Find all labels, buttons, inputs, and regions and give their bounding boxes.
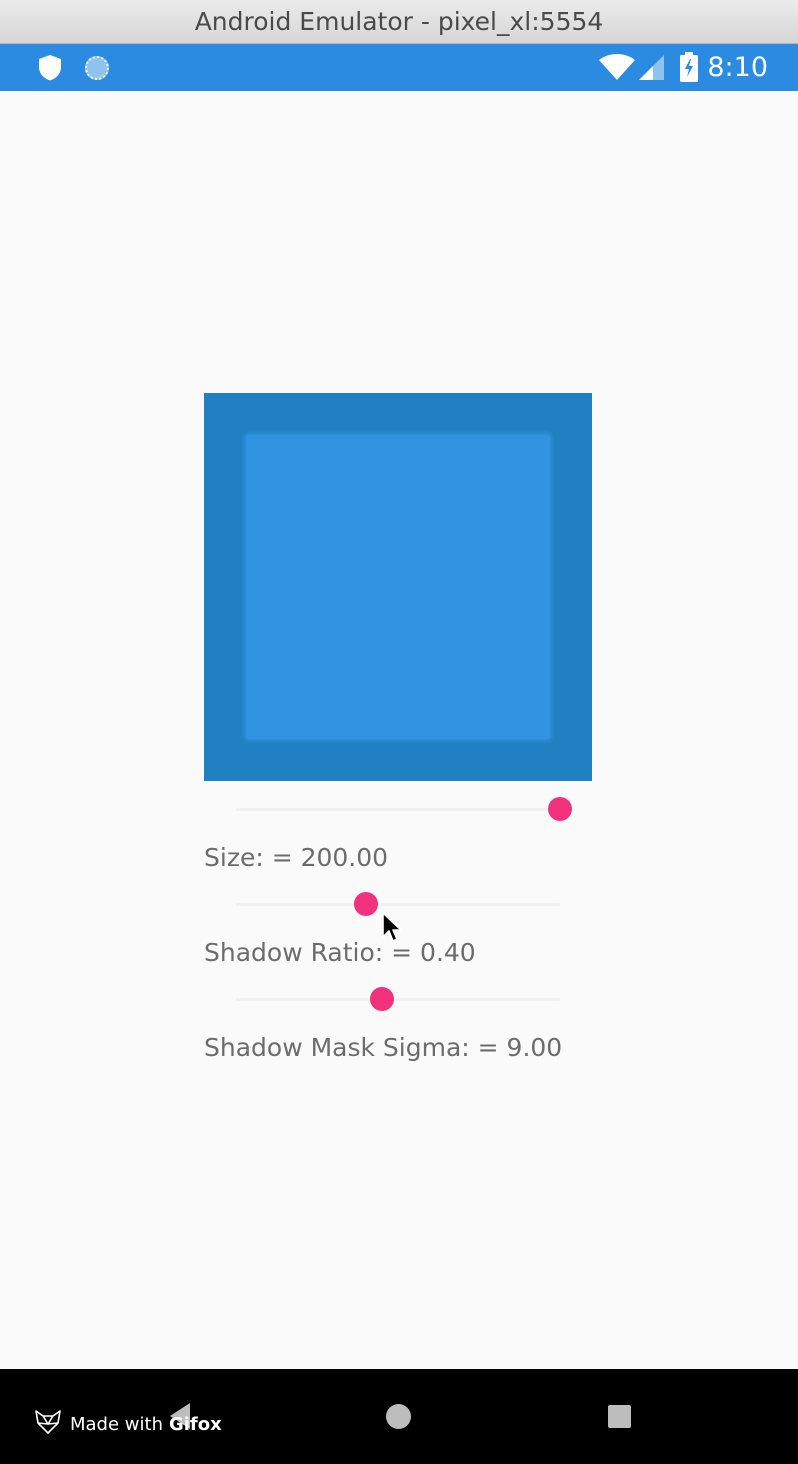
battery-charging-icon <box>680 52 698 87</box>
shadow-preview-box <box>204 393 592 781</box>
slider-track[interactable] <box>236 903 560 906</box>
sync-icon <box>83 54 111 87</box>
app-content <box>0 91 798 1369</box>
wifi-icon <box>598 53 636 86</box>
shadow-mask-sigma-slider[interactable] <box>236 984 560 1014</box>
window-title: Android Emulator - pixel_xl:5554 <box>194 7 604 36</box>
status-bar: 8:10 <box>0 44 798 91</box>
gifox-watermark: Made with Gifox <box>34 1409 222 1440</box>
shield-icon <box>38 54 62 86</box>
shadow-preview-inner <box>246 435 550 739</box>
size-label: Size: = 200.00 <box>204 843 389 872</box>
status-time: 8:10 <box>707 52 768 83</box>
watermark-brand: Gifox <box>168 1414 222 1435</box>
cell-signal-icon <box>638 54 665 86</box>
slider-thumb[interactable] <box>548 797 572 821</box>
window-titlebar: Android Emulator - pixel_xl:5554 <box>0 0 798 44</box>
watermark-made-with: Made with <box>70 1414 163 1435</box>
slider-track[interactable] <box>236 808 560 811</box>
recents-icon[interactable] <box>608 1405 631 1428</box>
slider-thumb[interactable] <box>369 987 394 1011</box>
slider-thumb[interactable] <box>353 892 378 916</box>
shadow-ratio-label: Shadow Ratio: = 0.40 <box>204 938 476 967</box>
shadow-mask-sigma-label: Shadow Mask Sigma: = 9.00 <box>204 1033 563 1062</box>
size-slider[interactable] <box>236 794 572 824</box>
home-icon[interactable] <box>386 1404 411 1429</box>
fox-logo-icon <box>34 1409 62 1440</box>
shadow-ratio-slider[interactable] <box>236 889 560 919</box>
navigation-bar: Made with Gifox <box>0 1369 798 1464</box>
slider-track[interactable] <box>236 998 560 1001</box>
